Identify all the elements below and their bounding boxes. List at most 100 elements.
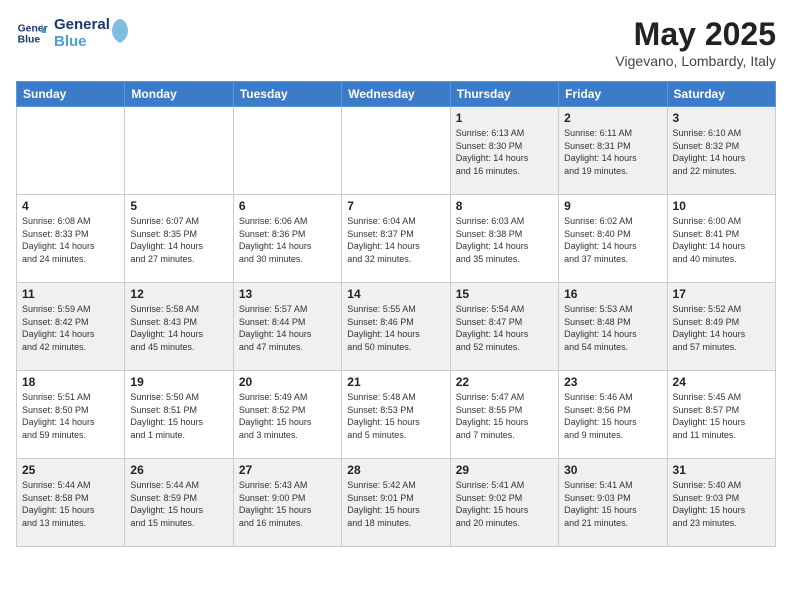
location: Vigevano, Lombardy, Italy: [615, 53, 776, 69]
logo-icon: General Blue: [16, 17, 48, 49]
calendar-cell: [17, 107, 125, 195]
day-info: Sunrise: 5:41 AM Sunset: 9:03 PM Dayligh…: [564, 479, 661, 529]
day-number: 4: [22, 199, 119, 213]
weekday-header-thursday: Thursday: [450, 82, 558, 107]
day-info: Sunrise: 5:50 AM Sunset: 8:51 PM Dayligh…: [130, 391, 227, 441]
logo-line1: General: [54, 16, 110, 33]
day-number: 17: [673, 287, 770, 301]
calendar-cell: 29 Sunrise: 5:41 AM Sunset: 9:02 PM Dayli…: [450, 459, 558, 547]
day-number: 30: [564, 463, 661, 477]
day-info: Sunrise: 5:59 AM Sunset: 8:42 PM Dayligh…: [22, 303, 119, 353]
week-row-5: 25 Sunrise: 5:44 AM Sunset: 8:58 PM Dayli…: [17, 459, 776, 547]
calendar-cell: 31Sunrise: 5:40 AM Sunset: 9:03 PM Dayli…: [667, 459, 775, 547]
month-title: May 2025: [615, 16, 776, 53]
calendar-cell: 19 Sunrise: 5:50 AM Sunset: 8:51 PM Dayli…: [125, 371, 233, 459]
calendar-table: SundayMondayTuesdayWednesdayThursdayFrid…: [16, 81, 776, 547]
day-info: Sunrise: 5:55 AM Sunset: 8:46 PM Dayligh…: [347, 303, 444, 353]
calendar-cell: 22Sunrise: 5:47 AM Sunset: 8:55 PM Dayli…: [450, 371, 558, 459]
weekday-header-sunday: Sunday: [17, 82, 125, 107]
calendar-cell: 13Sunrise: 5:57 AM Sunset: 8:44 PM Dayli…: [233, 283, 341, 371]
calendar-cell: [125, 107, 233, 195]
day-number: 15: [456, 287, 553, 301]
logo: General Blue General Blue: [16, 16, 130, 51]
calendar-cell: 28Sunrise: 5:42 AM Sunset: 9:01 PM Dayli…: [342, 459, 450, 547]
day-info: Sunrise: 5:45 AM Sunset: 8:57 PM Dayligh…: [673, 391, 770, 441]
day-number: 12: [130, 287, 227, 301]
day-info: Sunrise: 6:06 AM Sunset: 8:36 PM Dayligh…: [239, 215, 336, 265]
day-number: 6: [239, 199, 336, 213]
calendar-cell: 11 Sunrise: 5:59 AM Sunset: 8:42 PM Dayli…: [17, 283, 125, 371]
day-number: 11: [22, 287, 119, 301]
day-info: Sunrise: 5:47 AM Sunset: 8:55 PM Dayligh…: [456, 391, 553, 441]
day-info: Sunrise: 5:44 AM Sunset: 8:58 PM Dayligh…: [22, 479, 119, 529]
calendar-cell: 20Sunrise: 5:49 AM Sunset: 8:52 PM Dayli…: [233, 371, 341, 459]
day-number: 27: [239, 463, 336, 477]
day-info: Sunrise: 5:41 AM Sunset: 9:02 PM Dayligh…: [456, 479, 553, 529]
day-number: 19: [130, 375, 227, 389]
day-number: 18: [22, 375, 119, 389]
calendar-cell: 14Sunrise: 5:55 AM Sunset: 8:46 PM Dayli…: [342, 283, 450, 371]
calendar-cell: 5Sunrise: 6:07 AM Sunset: 8:35 PM Daylig…: [125, 195, 233, 283]
calendar-cell: 17Sunrise: 5:52 AM Sunset: 8:49 PM Dayli…: [667, 283, 775, 371]
day-info: Sunrise: 5:51 AM Sunset: 8:50 PM Dayligh…: [22, 391, 119, 441]
day-number: 2: [564, 111, 661, 125]
day-number: 16: [564, 287, 661, 301]
week-row-1: 1 Sunrise: 6:13 AM Sunset: 8:30 PM Daylig…: [17, 107, 776, 195]
day-number: 31: [673, 463, 770, 477]
calendar-cell: 12 Sunrise: 5:58 AM Sunset: 8:43 PM Dayli…: [125, 283, 233, 371]
week-row-2: 4 Sunrise: 6:08 AM Sunset: 8:33 PM Daylig…: [17, 195, 776, 283]
day-number: 8: [456, 199, 553, 213]
day-info: Sunrise: 6:11 AM Sunset: 8:31 PM Dayligh…: [564, 127, 661, 177]
day-info: Sunrise: 6:13 AM Sunset: 8:30 PM Dayligh…: [456, 127, 553, 177]
day-info: Sunrise: 5:54 AM Sunset: 8:47 PM Dayligh…: [456, 303, 553, 353]
day-info: Sunrise: 6:08 AM Sunset: 8:33 PM Dayligh…: [22, 215, 119, 265]
calendar-cell: 27 Sunrise: 5:43 AM Sunset: 9:00 PM Dayli…: [233, 459, 341, 547]
day-info: Sunrise: 5:43 AM Sunset: 9:00 PM Dayligh…: [239, 479, 336, 529]
calendar-cell: 7 Sunrise: 6:04 AM Sunset: 8:37 PM Daylig…: [342, 195, 450, 283]
weekday-header-wednesday: Wednesday: [342, 82, 450, 107]
weekday-header-tuesday: Tuesday: [233, 82, 341, 107]
day-number: 1: [456, 111, 553, 125]
day-info: Sunrise: 5:44 AM Sunset: 8:59 PM Dayligh…: [130, 479, 227, 529]
calendar-cell: 25 Sunrise: 5:44 AM Sunset: 8:58 PM Dayli…: [17, 459, 125, 547]
calendar-cell: 16 Sunrise: 5:53 AM Sunset: 8:48 PM Dayli…: [559, 283, 667, 371]
calendar-cell: 8 Sunrise: 6:03 AM Sunset: 8:38 PM Daylig…: [450, 195, 558, 283]
calendar-cell: 26Sunrise: 5:44 AM Sunset: 8:59 PM Dayli…: [125, 459, 233, 547]
day-number: 9: [564, 199, 661, 213]
day-info: Sunrise: 6:10 AM Sunset: 8:32 PM Dayligh…: [673, 127, 770, 177]
calendar-cell: 21 Sunrise: 5:48 AM Sunset: 8:53 PM Dayli…: [342, 371, 450, 459]
day-info: Sunrise: 6:07 AM Sunset: 8:35 PM Dayligh…: [130, 215, 227, 265]
calendar-cell: 23Sunrise: 5:46 AM Sunset: 8:56 PM Dayli…: [559, 371, 667, 459]
week-row-3: 11 Sunrise: 5:59 AM Sunset: 8:42 PM Dayli…: [17, 283, 776, 371]
day-number: 25: [22, 463, 119, 477]
calendar-cell: [233, 107, 341, 195]
weekday-header-friday: Friday: [559, 82, 667, 107]
day-number: 21: [347, 375, 444, 389]
day-info: Sunrise: 5:53 AM Sunset: 8:48 PM Dayligh…: [564, 303, 661, 353]
calendar-cell: 2 Sunrise: 6:11 AM Sunset: 8:31 PM Daylig…: [559, 107, 667, 195]
page-header: General Blue General Blue May 2025 Vigev…: [16, 16, 776, 69]
day-info: Sunrise: 6:04 AM Sunset: 8:37 PM Dayligh…: [347, 215, 444, 265]
day-info: Sunrise: 6:00 AM Sunset: 8:41 PM Dayligh…: [673, 215, 770, 265]
day-info: Sunrise: 5:58 AM Sunset: 8:43 PM Dayligh…: [130, 303, 227, 353]
day-info: Sunrise: 5:57 AM Sunset: 8:44 PM Dayligh…: [239, 303, 336, 353]
calendar-cell: 30 Sunrise: 5:41 AM Sunset: 9:03 PM Dayli…: [559, 459, 667, 547]
weekday-header-saturday: Saturday: [667, 82, 775, 107]
calendar-cell: 3 Sunrise: 6:10 AM Sunset: 8:32 PM Daylig…: [667, 107, 775, 195]
weekday-header-monday: Monday: [125, 82, 233, 107]
day-number: 7: [347, 199, 444, 213]
logo-line2: Blue: [54, 33, 110, 50]
calendar-cell: 4 Sunrise: 6:08 AM Sunset: 8:33 PM Daylig…: [17, 195, 125, 283]
calendar-cell: [342, 107, 450, 195]
svg-text:Blue: Blue: [18, 35, 41, 46]
title-block: May 2025 Vigevano, Lombardy, Italy: [615, 16, 776, 69]
day-number: 29: [456, 463, 553, 477]
day-number: 3: [673, 111, 770, 125]
calendar-cell: 18 Sunrise: 5:51 AM Sunset: 8:50 PM Dayli…: [17, 371, 125, 459]
day-info: Sunrise: 6:03 AM Sunset: 8:38 PM Dayligh…: [456, 215, 553, 265]
day-number: 23: [564, 375, 661, 389]
calendar-cell: 1 Sunrise: 6:13 AM Sunset: 8:30 PM Daylig…: [450, 107, 558, 195]
day-info: Sunrise: 5:42 AM Sunset: 9:01 PM Dayligh…: [347, 479, 444, 529]
day-info: Sunrise: 5:48 AM Sunset: 8:53 PM Dayligh…: [347, 391, 444, 441]
calendar-cell: 24Sunrise: 5:45 AM Sunset: 8:57 PM Dayli…: [667, 371, 775, 459]
